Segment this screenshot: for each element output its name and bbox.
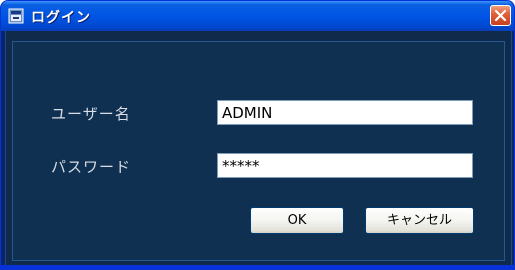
ok-button[interactable]: OK — [250, 207, 344, 234]
username-label: ユーザー名 — [51, 105, 131, 123]
close-x-icon — [494, 9, 507, 22]
password-field[interactable] — [217, 153, 473, 178]
password-label: パスワード — [51, 158, 132, 176]
username-field[interactable] — [217, 100, 473, 125]
window-title: ログイン — [31, 10, 91, 26]
title-bar[interactable]: ログイン — [1, 1, 514, 31]
close-button[interactable] — [490, 5, 511, 26]
app-window-icon — [8, 8, 24, 24]
window-bottom-border — [1, 265, 514, 269]
login-dialog: ログイン ユーザー名 パスワード OK キャンセル — [0, 0, 515, 270]
login-panel: ユーザー名 パスワード OK キャンセル — [12, 41, 505, 261]
dialog-body: ユーザー名 パスワード OK キャンセル — [5, 31, 512, 267]
cancel-button[interactable]: キャンセル — [365, 207, 474, 234]
